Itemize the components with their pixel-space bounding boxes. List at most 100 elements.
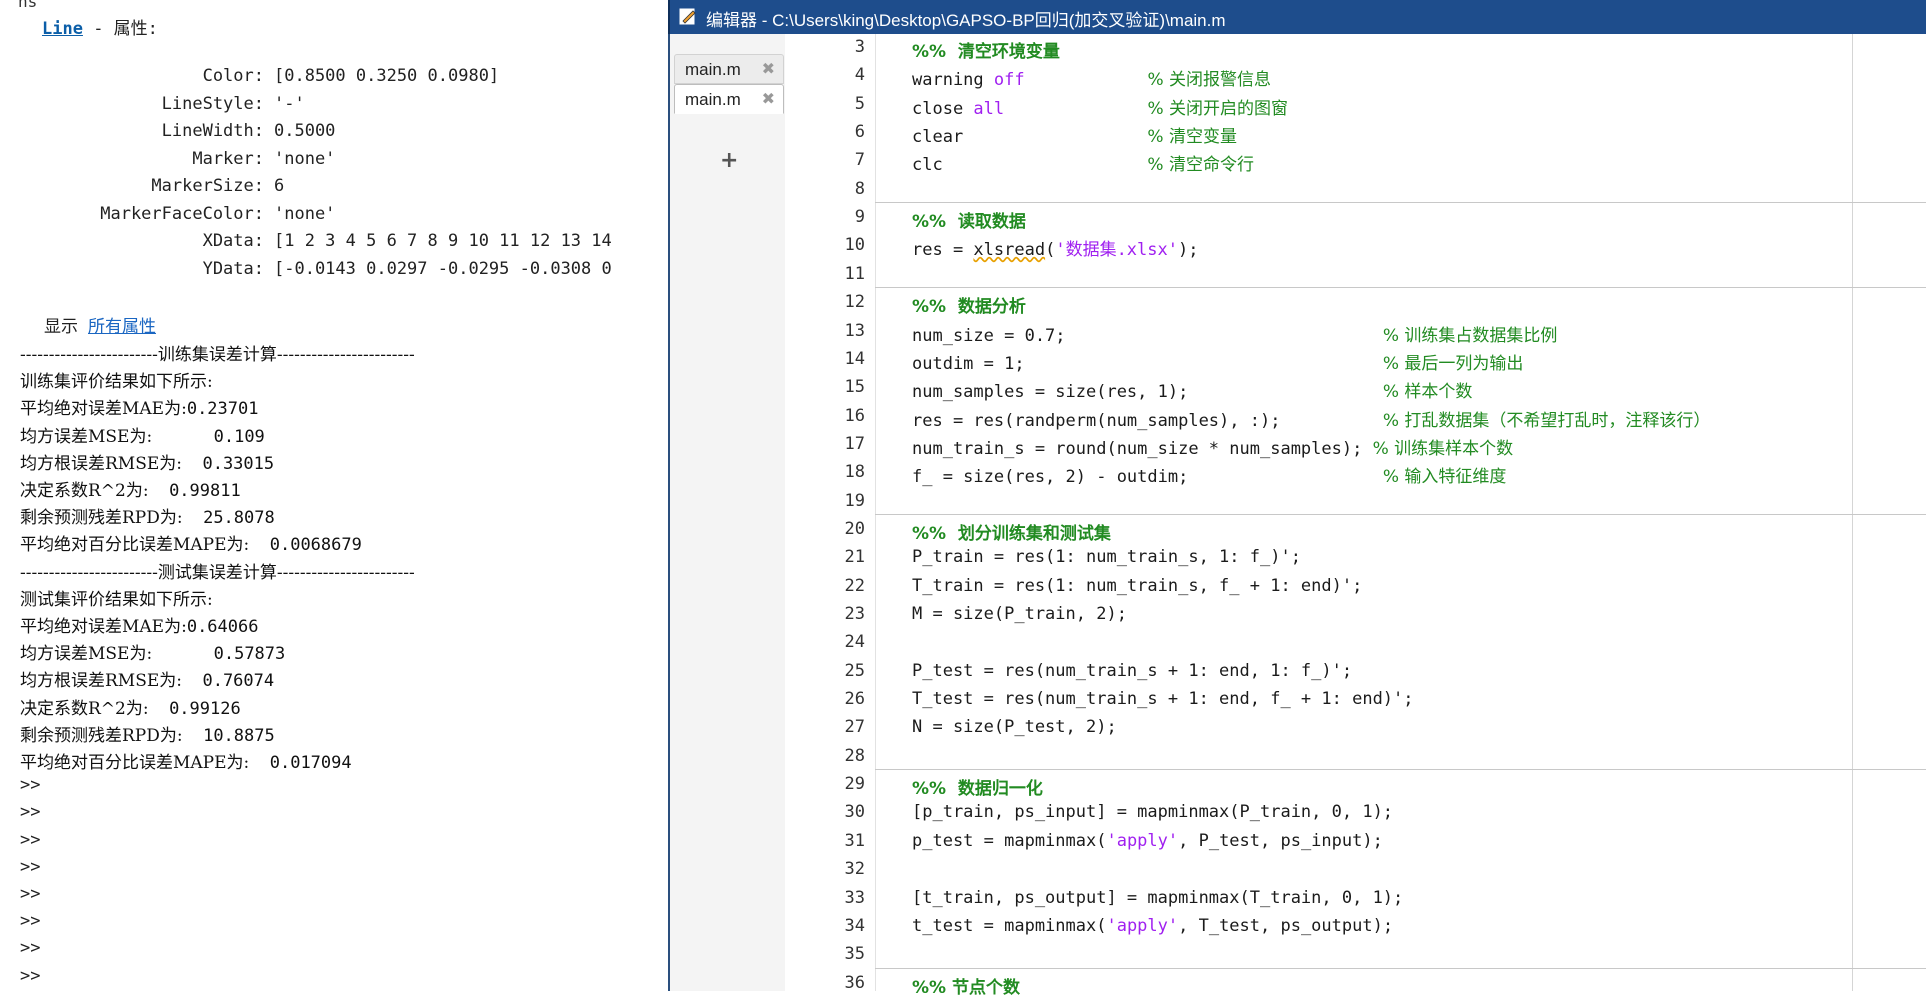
command-prompt[interactable]: >> — [20, 966, 40, 986]
cell-divider — [875, 287, 1926, 289]
code-line[interactable]: clear % 清空变量 — [912, 122, 1237, 147]
code-line[interactable]: %% 清空环境变量 — [912, 37, 1060, 62]
line-number: 25 — [844, 660, 865, 681]
train-result-line: 剩余预测残差RPD为: 25.8078 — [20, 503, 275, 530]
code-text: clear — [912, 127, 1148, 148]
line-number: 16 — [844, 405, 865, 426]
code-comment: % 清空命令行 — [1147, 155, 1254, 176]
line-number-gutter: 3 4 5 6 7 8 9 10 11 12 13 14 15 16 17 18 19 20 21 22 23 24 25 2… — [785, 34, 876, 993]
line-number: 4 — [854, 65, 865, 86]
code-line[interactable]: num_train_s = round(num_size * num_sampl… — [912, 434, 1513, 459]
line-number: 36 — [844, 972, 865, 993]
code-text: outdim = 1; — [912, 353, 1383, 374]
train-result-line: 训练集评价结果如下所示: — [20, 367, 213, 394]
code-line[interactable]: num_samples = size(res, 1); % 样本个数 — [912, 377, 1472, 402]
close-icon[interactable]: ✖ — [762, 89, 775, 109]
metric-label: 平均绝对误差MAE为: — [20, 617, 187, 637]
code-line[interactable]: [p_train, ps_input] = mapminmax(P_train,… — [912, 802, 1393, 822]
code-line[interactable]: %% 读取数据 — [912, 207, 1026, 232]
add-tab-button[interactable]: + — [720, 148, 738, 173]
code-padding — [1004, 99, 1147, 119]
command-window[interactable]: ns Line - 属性: Color: [0.8500 0.3250 0.098… — [0, 0, 668, 991]
code-line[interactable]: %% 节点个数 — [912, 973, 1020, 998]
property-value: [0.8500 0.3250 0.0980] — [274, 66, 500, 86]
train-result-line: 平均绝对百分比误差MAPE为: 0.0068679 — [20, 530, 362, 557]
editor-window: 编辑器 - C:\Users\king\Desktop\GAPSO-BP回归(加… — [668, 0, 1926, 998]
metric-label: 均方误差MSE为: — [20, 426, 153, 447]
code-text: T_test = res(num_train_s + 1: end, f_ + … — [912, 689, 1414, 710]
metric-label: 训练集评价结果如下所示: — [20, 372, 213, 393]
code-text: T_train = res(1: num_train_s, f_ + 1: en… — [912, 575, 1363, 596]
code-line[interactable]: res = xlsread('数据集.xlsx'); — [912, 235, 1198, 260]
line-number: 12 — [844, 292, 865, 313]
metric-value: 0.76074 — [182, 671, 275, 692]
code-line[interactable]: %% 数据归一化 — [912, 774, 1043, 799]
command-prompt[interactable]: >> — [20, 938, 40, 958]
metric-label: 测试集评价结果如下所示: — [20, 589, 213, 610]
code-text: res = res(randperm(num_samples), :); — [912, 410, 1383, 431]
metric-label: 平均绝对百分比误差MAPE为: — [20, 535, 250, 556]
code-line[interactable]: T_test = res(num_train_s + 1: end, f_ + … — [912, 689, 1414, 709]
property-key: XData: — [202, 231, 264, 251]
show-label: 显示 — [44, 317, 78, 337]
code-line[interactable]: T_train = res(1: num_train_s, f_ + 1: en… — [912, 576, 1362, 596]
code-comment: % 最后一列为输出 — [1382, 353, 1524, 374]
code-line[interactable]: P_test = res(num_train_s + 1: end, 1: f_… — [912, 661, 1352, 681]
line-number: 34 — [844, 915, 865, 936]
line-number: 8 — [854, 178, 865, 199]
line-number: 3 — [854, 37, 865, 57]
file-tab-strip: main.m ✖ main.m ✖ + — [668, 34, 787, 991]
code-line[interactable]: close all % 关闭开启的图窗 — [912, 94, 1288, 119]
close-icon[interactable]: ✖ — [762, 59, 775, 79]
line-number: 29 — [844, 774, 865, 795]
code-line[interactable]: %% 数据分析 — [912, 292, 1026, 317]
string-literal: 'apply' — [1106, 830, 1179, 851]
property-key: LineWidth: — [161, 121, 264, 141]
cell-divider — [875, 967, 1926, 969]
command-prompt[interactable]: >> — [20, 857, 40, 877]
code-line[interactable]: t_test = mapminmax('apply', T_test, ps_o… — [912, 916, 1393, 936]
code-line[interactable]: %% 划分训练集和测试集 — [912, 519, 1111, 544]
keyword: off — [993, 70, 1025, 91]
cell-divider — [875, 769, 1926, 771]
code-line[interactable]: p_test = mapminmax('apply', P_test, ps_i… — [912, 831, 1383, 851]
test-divider: ------------------------测试集误差计算---------… — [20, 562, 415, 583]
code-line[interactable]: [t_train, ps_output] = mapminmax(T_train… — [912, 888, 1403, 908]
line-number: 31 — [844, 830, 865, 851]
code-line[interactable]: M = size(P_train, 2); — [912, 604, 1127, 624]
section-header: %% 数据分析 — [912, 297, 1026, 318]
tab-main-m-1[interactable]: main.m ✖ — [674, 54, 784, 84]
line-number: 30 — [844, 802, 865, 823]
editor-titlebar[interactable]: 编辑器 - C:\Users\king\Desktop\GAPSO-BP回归(加… — [668, 0, 1926, 34]
test-result-line: 决定系数R^2为: 0.99126 — [20, 694, 241, 721]
train-result-line: 均方根误差RMSE为: 0.33015 — [20, 449, 274, 476]
line-number: 22 — [844, 575, 865, 596]
code-text: warning — [912, 70, 994, 91]
line-number: 6 — [854, 122, 865, 143]
code-line[interactable]: warning off % 关闭报警信息 — [912, 65, 1271, 90]
command-prompt[interactable]: >> — [20, 884, 40, 904]
code-line[interactable]: N = size(P_test, 2); — [912, 717, 1117, 737]
command-prompt[interactable]: >> — [20, 830, 40, 850]
line-number: 23 — [844, 604, 865, 624]
metric-value: 10.8875 — [182, 725, 275, 746]
code-line[interactable]: clc % 清空命令行 — [912, 150, 1254, 175]
editor-title: 编辑器 - C:\Users\king\Desktop\GAPSO-BP回归(加… — [706, 11, 1226, 30]
code-text: num_samples = size(res, 1); — [912, 382, 1383, 403]
code-line[interactable]: res = res(randperm(num_samples), :); % 打… — [912, 406, 1710, 431]
code-line[interactable]: outdim = 1; % 最后一列为输出 — [912, 349, 1523, 374]
code-line[interactable]: P_train = res(1: num_train_s, 1: f_)'; — [912, 547, 1301, 567]
command-prompt[interactable]: >> — [20, 911, 40, 931]
tab-main-m-2[interactable]: main.m ✖ — [674, 84, 784, 114]
command-prompt[interactable]: >> — [20, 775, 40, 795]
code-line[interactable]: f_ = size(res, 2) - outdim; % 输入特征维度 — [912, 462, 1506, 487]
line-class-link[interactable]: Line — [42, 19, 83, 39]
property-row: LineStyle: '-' — [0, 94, 305, 121]
all-properties-link[interactable]: 所有属性 — [88, 317, 156, 337]
line-number: 26 — [844, 689, 865, 710]
command-prompt[interactable]: >> — [20, 802, 40, 822]
warning-function: xlsread — [973, 240, 1046, 261]
code-line[interactable]: num_size = 0.7; % 训练集占数据集比例 — [912, 321, 1557, 346]
code-area[interactable]: %% 清空环境变量 warning off % 关闭报警信息 close all %… — [876, 34, 1926, 998]
property-value: 'none' — [274, 148, 336, 169]
